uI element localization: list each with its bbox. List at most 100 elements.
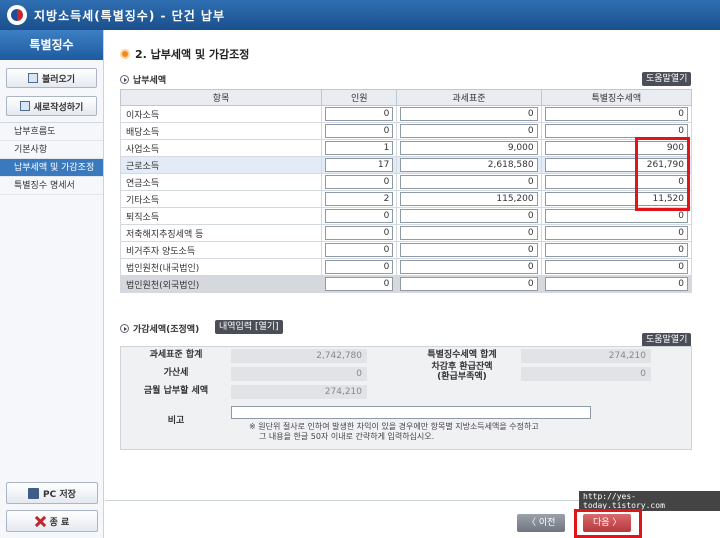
table-row: 퇴직소득 0 0 0 — [119, 207, 693, 225]
base-input[interactable]: 0 — [400, 124, 538, 138]
tax-input[interactable]: 0 — [544, 209, 688, 223]
main-content: 2. 납부세액 및 가감조정 납부세액 도움말열기 항목 인원 과세표준 특별징… — [105, 30, 720, 538]
col-header-base: 과세표준 — [396, 89, 542, 106]
summary-panel: 과세표준 합계 2,742,780 특별징수세액 합계 274,210 가산세 … — [120, 346, 692, 450]
sidebar-header: 특별징수 — [0, 30, 103, 60]
people-input[interactable]: 0 — [325, 260, 394, 274]
new-button[interactable]: 새로작성하기 — [6, 96, 97, 116]
base-input[interactable]: 2,618,580 — [400, 158, 538, 172]
people-input[interactable]: 0 — [325, 175, 394, 189]
base-total-value: 2,742,780 — [231, 349, 367, 363]
section-title: 2. 납부세액 및 가감조정 — [120, 46, 249, 62]
penalty-value: 0 — [231, 367, 367, 381]
tax-input[interactable]: 0 — [544, 124, 688, 138]
refund-label-2: (환급부족액) — [437, 371, 487, 382]
people-input[interactable]: 0 — [325, 209, 394, 223]
row-label: 법인원천(외국법인) — [119, 275, 323, 293]
base-input[interactable]: 0 — [400, 226, 538, 240]
tax-subtitle-text: 납부세액 — [133, 76, 167, 86]
watermark-url: http://yes-today.tistory.com — [579, 491, 720, 511]
people-input[interactable]: 17 — [325, 158, 394, 172]
table-row: 근로소득 17 2,618,580 261,790 — [119, 156, 693, 174]
tax-input[interactable]: 0 — [544, 277, 688, 291]
row-label: 저축해지추징세액 등 — [119, 224, 323, 242]
bullet-icon — [120, 49, 130, 59]
base-input[interactable]: 0 — [400, 209, 538, 223]
sidebar-item-basic[interactable]: 기본사항 — [0, 141, 103, 159]
sidebar: 특별징수 불러오기 새로작성하기 납부흐름도 기본사항 납부세액 및 가감조정 … — [0, 30, 104, 538]
col-header-tax: 특별징수세액 — [540, 89, 693, 106]
pc-save-label: PC 저장 — [43, 489, 76, 500]
row-label: 기타소득 — [119, 190, 323, 208]
exit-button[interactable]: 종 료 — [6, 510, 98, 532]
load-button-label: 불러오기 — [41, 74, 76, 85]
table-row: 연금소득 0 0 0 — [119, 173, 693, 191]
tax-total-value: 274,210 — [521, 349, 651, 363]
row-label: 법인원천(내국법인) — [119, 258, 323, 276]
floppy-icon — [28, 487, 40, 499]
base-input[interactable]: 0 — [400, 175, 538, 189]
base-input[interactable]: 0 — [400, 243, 538, 257]
adjust-subtitle: 가감세액(조정액) — [120, 322, 199, 335]
help-button-2[interactable]: 도움말열기 — [642, 333, 692, 347]
sidebar-item-tax-adjust[interactable]: 납부세액 및 가감조정 — [0, 159, 103, 177]
base-input[interactable]: 9,000 — [400, 141, 538, 155]
row-label: 근로소득 — [119, 156, 323, 174]
row-label: 배당소득 — [119, 122, 323, 140]
col-header-people: 인원 — [321, 89, 398, 106]
base-input[interactable]: 115,200 — [400, 192, 538, 206]
tax-input[interactable]: 0 — [544, 226, 688, 240]
col-header-item: 항목 — [119, 89, 323, 106]
row-label: 연금소득 — [119, 173, 323, 191]
load-button[interactable]: 불러오기 — [6, 68, 97, 88]
table-row: 법인원천(외국법인) 0 0 0 — [119, 275, 693, 293]
memo-note: ※ 원단위 절사로 인하여 발생한 차익이 있을 경우에만 항목별 지방소득세액… — [249, 422, 609, 442]
sidebar-item-flow[interactable]: 납부흐름도 — [0, 123, 103, 141]
tax-input[interactable]: 0 — [544, 260, 688, 274]
base-input[interactable]: 0 — [400, 277, 538, 291]
new-button-label: 새로작성하기 — [33, 102, 84, 113]
memo-label: 비고 — [167, 416, 185, 426]
base-total-label: 과세표준 합계 — [149, 350, 203, 360]
emblem-icon — [7, 5, 27, 25]
arrow-icon — [120, 324, 129, 333]
row-label: 사업소득 — [119, 139, 323, 157]
prev-button[interactable]: 〈 이전 — [517, 514, 566, 532]
people-input[interactable]: 0 — [325, 226, 394, 240]
people-input[interactable]: 0 — [325, 277, 394, 291]
window-title: 지방소득세(특별징수) - 단건 납부 — [34, 9, 226, 23]
people-input[interactable]: 1 — [325, 141, 394, 155]
penalty-label: 가산세 — [163, 368, 189, 378]
tax-total-label: 특별징수세액 합계 — [427, 350, 497, 360]
arrow-icon — [120, 75, 129, 84]
tax-input[interactable]: 0 — [544, 243, 688, 257]
document-icon — [19, 101, 30, 111]
people-input[interactable]: 0 — [325, 243, 394, 257]
tax-subtitle: 납부세액 — [120, 73, 166, 86]
row-label: 비거주자 양도소득 — [119, 241, 323, 259]
sidebar-menu: 납부흐름도 기본사항 납부세액 및 가감조정 특별징수 명세서 — [0, 122, 103, 195]
folder-icon — [27, 73, 38, 83]
detail-input-button[interactable]: 내역입력 [열기] — [215, 320, 283, 334]
people-input[interactable]: 0 — [325, 124, 394, 138]
memo-note-1: ※ 원단위 절사로 인하여 발생한 차익이 있을 경우에만 항목별 지방소득세액… — [249, 422, 539, 431]
row-label: 이자소득 — [119, 105, 323, 123]
people-input[interactable]: 0 — [325, 107, 394, 121]
table-row: 배당소득 0 0 0 — [119, 122, 693, 140]
tax-input[interactable]: 0 — [544, 107, 688, 121]
memo-input[interactable] — [231, 406, 591, 419]
base-input[interactable]: 0 — [400, 260, 538, 274]
close-icon — [35, 516, 46, 527]
title-bar: 지방소득세(특별징수) - 단건 납부 — [0, 0, 720, 30]
table-row: 법인원천(내국법인) 0 0 0 — [119, 258, 693, 276]
tax-table: 항목 인원 과세표준 특별징수세액 이자소득 0 0 0 배당소득 0 0 0 사업소득 1 9,0… — [119, 89, 693, 293]
pay-value: 274,210 — [231, 385, 367, 399]
base-input[interactable]: 0 — [400, 107, 538, 121]
pay-label: 금월 납부할 세액 — [143, 386, 209, 396]
table-row: 비거주자 양도소득 0 0 0 — [119, 241, 693, 259]
help-button[interactable]: 도움말열기 — [642, 72, 692, 86]
refund-label: 차감후 환급잔액 (환급부족액) — [407, 362, 517, 383]
sidebar-item-statement[interactable]: 특별징수 명세서 — [0, 177, 103, 195]
people-input[interactable]: 2 — [325, 192, 394, 206]
pc-save-button[interactable]: PC 저장 — [6, 482, 98, 504]
